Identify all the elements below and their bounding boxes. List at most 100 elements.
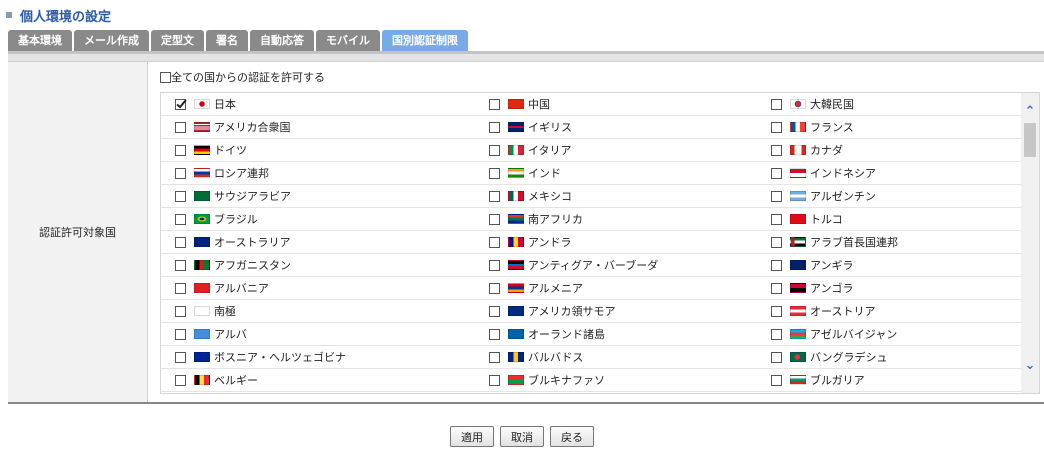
country-checkbox[interactable] xyxy=(489,213,500,225)
country-name[interactable]: ブラジル xyxy=(214,211,258,227)
country-option[interactable]: サウジアラビア xyxy=(175,185,291,207)
country-name[interactable]: アメリカ領サモア xyxy=(528,303,615,319)
country-option[interactable]: ドイツ xyxy=(175,139,247,161)
country-checkbox[interactable] xyxy=(175,282,186,294)
country-checkbox[interactable] xyxy=(489,190,500,202)
country-option[interactable]: アンティグア・バーブーダ xyxy=(489,254,658,276)
country-name[interactable]: アンティグア・バーブーダ xyxy=(528,257,658,273)
country-option[interactable]: アルバニア xyxy=(175,277,269,299)
country-checkbox[interactable] xyxy=(175,98,186,110)
country-option[interactable]: アルバ xyxy=(175,323,247,345)
country-name[interactable]: オーランド諸島 xyxy=(528,326,605,342)
country-checkbox[interactable] xyxy=(175,236,186,248)
tab-5[interactable]: モバイル xyxy=(316,30,380,51)
country-name[interactable]: フランス xyxy=(810,119,854,135)
country-checkbox[interactable] xyxy=(489,328,500,340)
country-name[interactable]: 日本 xyxy=(214,96,236,112)
country-name[interactable]: イタリア xyxy=(528,142,572,158)
country-checkbox[interactable] xyxy=(489,351,500,363)
country-name[interactable]: オーストリア xyxy=(810,303,875,319)
country-checkbox[interactable] xyxy=(489,282,500,294)
back-button[interactable]: 戻る xyxy=(550,426,594,447)
country-checkbox[interactable] xyxy=(771,305,782,317)
country-checkbox[interactable] xyxy=(175,213,186,225)
allow-all-label[interactable]: 全ての国からの認証を許可する xyxy=(171,69,325,85)
country-option[interactable]: バングラデシュ xyxy=(771,346,888,368)
country-option[interactable]: 大韓民国 xyxy=(771,93,854,115)
country-checkbox[interactable] xyxy=(771,98,782,110)
country-checkbox[interactable] xyxy=(175,121,186,133)
country-checkbox[interactable] xyxy=(771,259,782,271)
country-checkbox[interactable] xyxy=(175,190,186,202)
country-option[interactable]: インド xyxy=(489,162,561,184)
country-option[interactable]: アルゼンチン xyxy=(771,185,876,207)
country-name[interactable]: アルメニア xyxy=(528,280,583,296)
country-name[interactable]: ロシア連邦 xyxy=(214,165,269,181)
country-option[interactable]: アメリカ領サモア xyxy=(489,300,615,322)
country-name[interactable]: アゼルバイジャン xyxy=(810,326,897,342)
scroll-down-icon[interactable]: ⌄ xyxy=(1021,356,1039,374)
country-option[interactable]: アルメニア xyxy=(489,277,583,299)
country-name[interactable]: インドネシア xyxy=(810,165,876,181)
country-option[interactable]: 南極 xyxy=(175,300,236,322)
country-checkbox[interactable] xyxy=(489,98,500,110)
country-checkbox[interactable] xyxy=(175,144,186,156)
tab-4[interactable]: 自動応答 xyxy=(250,30,314,51)
tab-1[interactable]: メール作成 xyxy=(74,30,149,51)
country-name[interactable]: アルゼンチン xyxy=(810,188,876,204)
country-name[interactable]: 南極 xyxy=(214,303,236,319)
country-name[interactable]: アンギラ xyxy=(810,257,854,273)
country-list[interactable]: 日本 中国 大韓民国 アメリカ合衆国 イギリス フランス ドイツ イタリア カナダ ロシア連邦 イン… xyxy=(160,92,1040,394)
country-option[interactable]: アラブ首長国連邦 xyxy=(771,231,898,253)
country-option[interactable]: カナダ xyxy=(771,139,843,161)
country-name[interactable]: メキシコ xyxy=(528,188,572,204)
country-checkbox[interactable] xyxy=(771,213,782,225)
country-option[interactable]: フランス xyxy=(771,116,854,138)
country-name[interactable]: ドイツ xyxy=(214,142,247,158)
tab-6[interactable]: 国別認証制限 xyxy=(382,30,468,51)
country-name[interactable]: アメリカ合衆国 xyxy=(214,119,290,135)
country-checkbox[interactable] xyxy=(489,121,500,133)
country-checkbox[interactable] xyxy=(771,121,782,133)
country-checkbox[interactable] xyxy=(489,305,500,317)
country-checkbox[interactable] xyxy=(175,351,186,363)
country-option[interactable]: アフガニスタン xyxy=(175,254,291,276)
country-checkbox[interactable] xyxy=(771,328,782,340)
country-list-scrollbar[interactable]: ⌃ ⌄ xyxy=(1021,93,1039,393)
tab-3[interactable]: 署名 xyxy=(206,30,248,51)
scroll-thumb[interactable] xyxy=(1024,123,1036,157)
country-checkbox[interactable] xyxy=(175,259,186,271)
country-option[interactable]: インドネシア xyxy=(771,162,876,184)
country-checkbox[interactable] xyxy=(489,167,500,179)
country-option[interactable]: イタリア xyxy=(489,139,572,161)
country-name[interactable]: ブルキナファソ xyxy=(528,372,605,388)
country-name[interactable]: インド xyxy=(528,165,561,181)
country-option[interactable]: ベルギー xyxy=(175,369,258,391)
country-name[interactable]: 大韓民国 xyxy=(810,96,854,112)
country-checkbox[interactable] xyxy=(175,328,186,340)
country-checkbox[interactable] xyxy=(175,305,186,317)
country-option[interactable]: アゼルバイジャン xyxy=(771,323,897,345)
country-name[interactable]: アルバ xyxy=(214,326,247,342)
tab-2[interactable]: 定型文 xyxy=(151,30,204,51)
country-option[interactable]: オーストラリア xyxy=(175,231,290,253)
country-name[interactable]: アフガニスタン xyxy=(214,257,291,273)
country-option[interactable]: ボスニア・ヘルツェゴビナ xyxy=(175,346,346,368)
country-checkbox[interactable] xyxy=(771,190,782,202)
country-checkbox[interactable] xyxy=(175,167,186,179)
scroll-up-icon[interactable]: ⌃ xyxy=(1021,102,1039,120)
country-name[interactable]: アルバニア xyxy=(214,280,269,296)
country-option[interactable]: アメリカ合衆国 xyxy=(175,116,290,138)
country-option[interactable]: ブラジル xyxy=(175,208,258,230)
country-name[interactable]: ベルギー xyxy=(214,372,258,388)
country-option[interactable]: オーストリア xyxy=(771,300,875,322)
country-name[interactable]: バルバドス xyxy=(528,349,583,365)
country-option[interactable]: アンゴラ xyxy=(771,277,854,299)
country-name[interactable]: イギリス xyxy=(528,119,572,135)
country-name[interactable]: サウジアラビア xyxy=(214,188,291,204)
country-checkbox[interactable] xyxy=(771,236,782,248)
country-checkbox[interactable] xyxy=(489,374,500,386)
tab-0[interactable]: 基本環境 xyxy=(8,30,72,51)
country-checkbox[interactable] xyxy=(771,374,782,386)
country-checkbox[interactable] xyxy=(771,144,782,156)
